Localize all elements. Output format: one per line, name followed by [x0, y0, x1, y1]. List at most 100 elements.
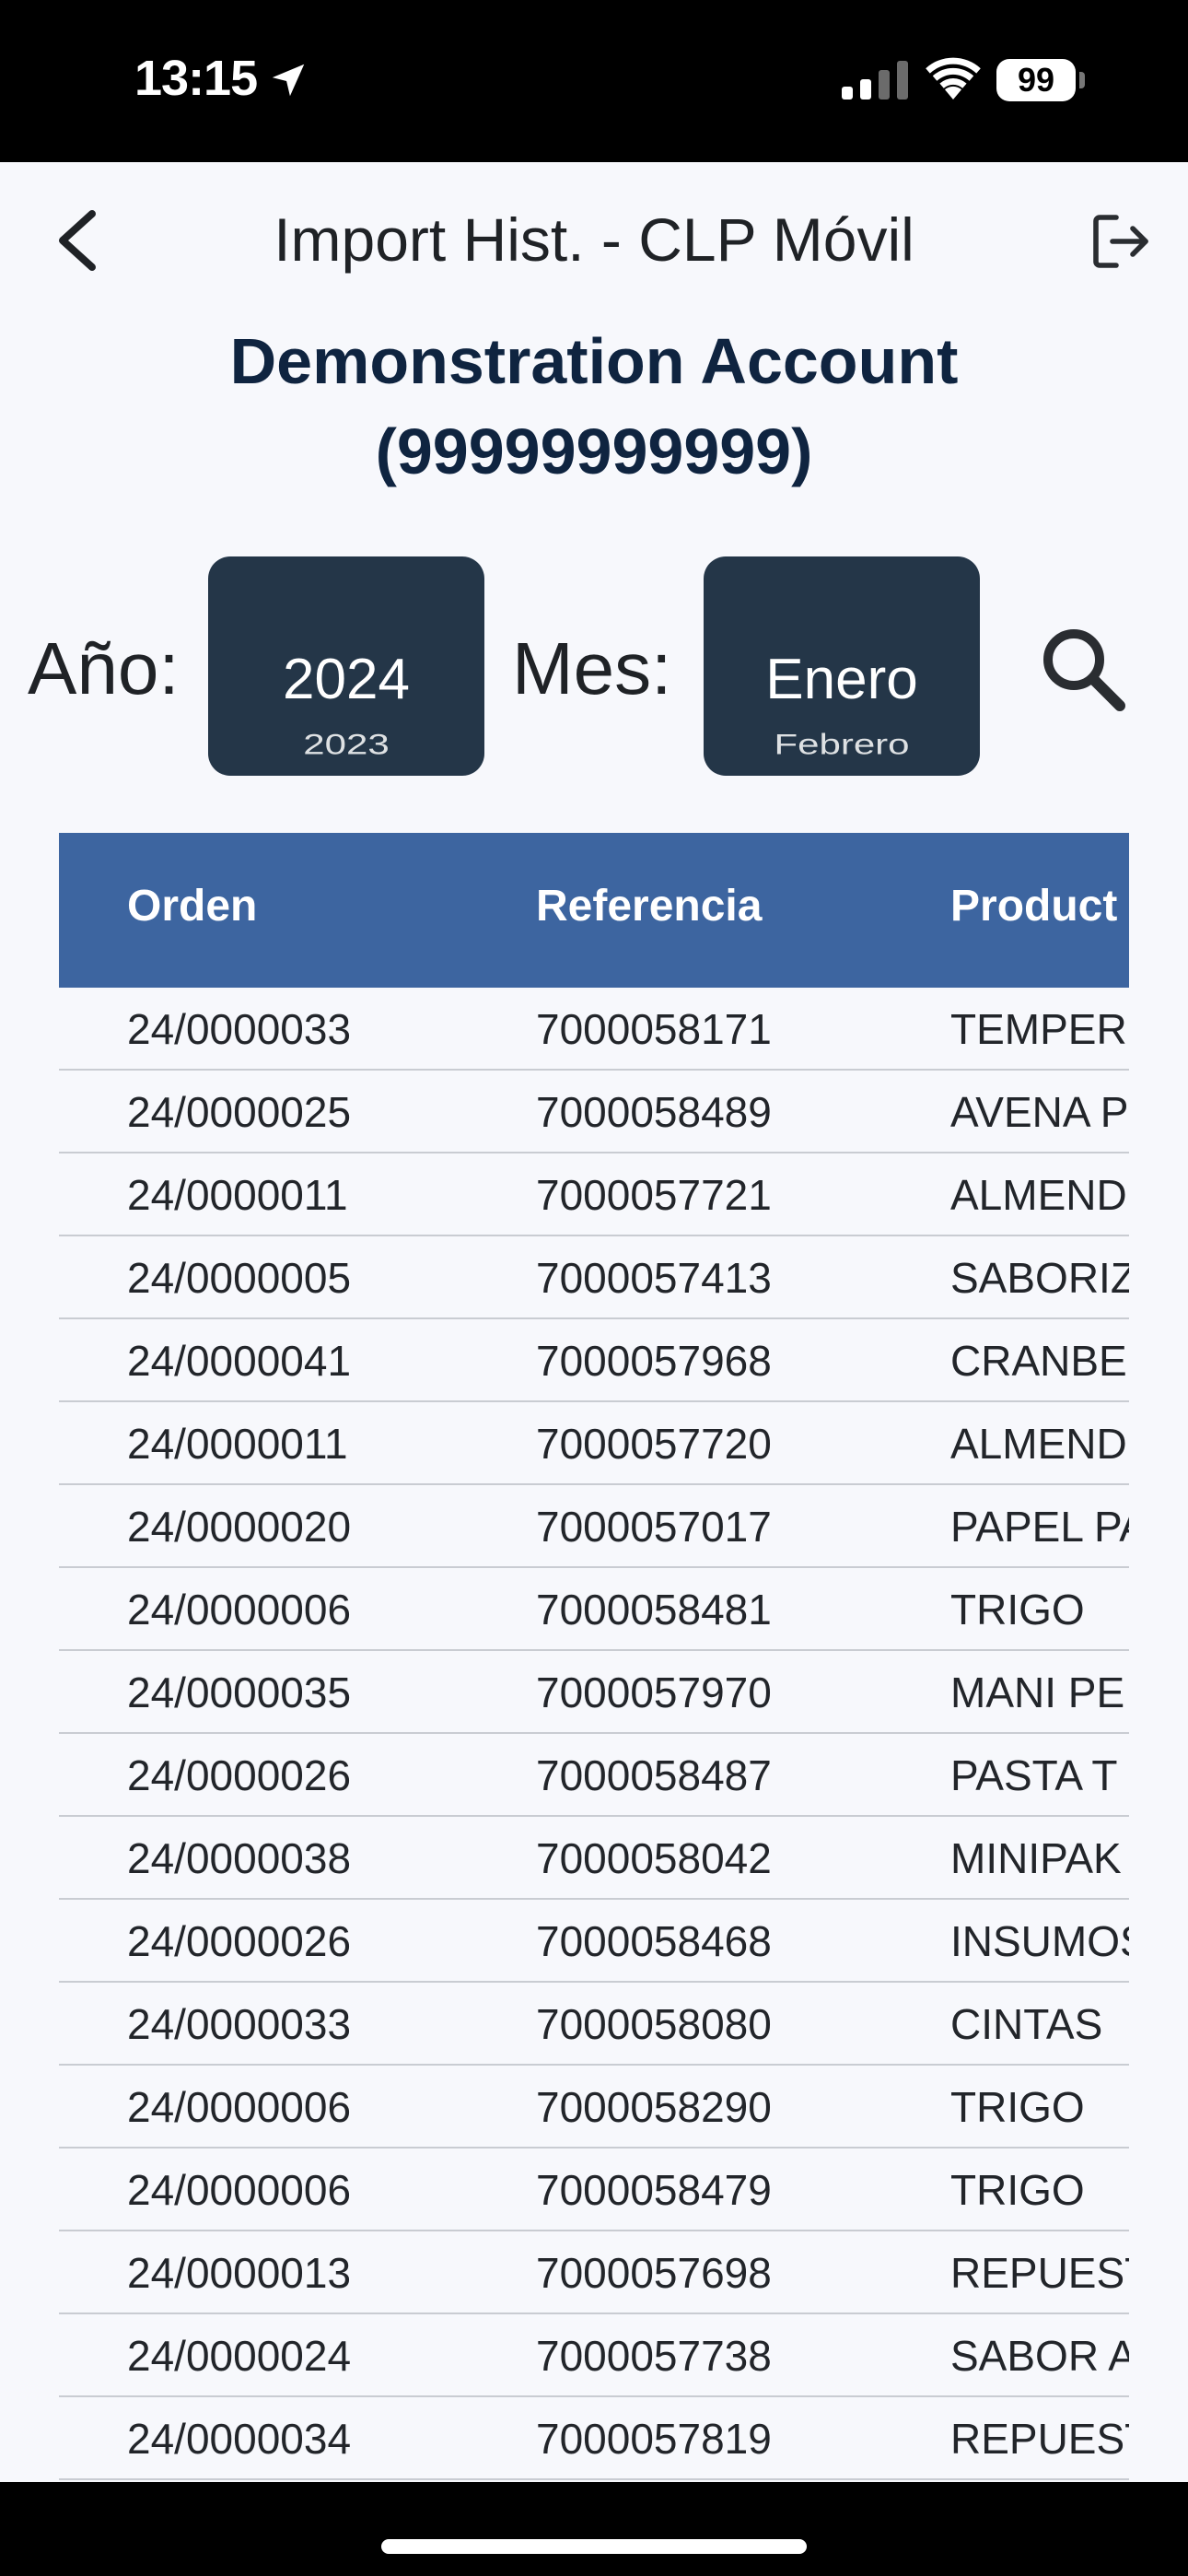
orden-cell: 24/0000005: [127, 1254, 352, 1302]
orden-cell: 24/0000006: [127, 2083, 352, 2131]
table-row[interactable]: 24/0000006 7000058290 TRIGO: [59, 2066, 1129, 2149]
table-row[interactable]: 24/0000005 7000057413 SABORIZ: [59, 1236, 1129, 1319]
page-title: Import Hist. - CLP Móvil: [274, 205, 914, 274]
producto-cell: TRIGO: [950, 1586, 1085, 1633]
location-arrow-icon: [272, 64, 305, 97]
producto-cell: MANI PE: [950, 1669, 1125, 1716]
producto-cell: ALMEND: [950, 1171, 1127, 1219]
orden-cell: 24/0000025: [127, 1088, 352, 1136]
orden-cell: 24/0000035: [127, 1669, 352, 1716]
producto-cell: REPUEST: [950, 2249, 1129, 2297]
table-row[interactable]: 24/0000026 7000058487 PASTA T: [59, 1734, 1129, 1817]
referencia-cell: 7000058080: [536, 2000, 772, 2048]
table-row[interactable]: 24/0000024 7000057738 SABOR A: [59, 2314, 1129, 2397]
referencia-cell: 7000057698: [536, 2249, 772, 2297]
year-selected-option[interactable]: 2024: [208, 647, 484, 712]
orden-cell: 24/0000033: [127, 2000, 352, 2048]
table-row[interactable]: 24/0000033 7000058171 TEMPER: [59, 988, 1129, 1071]
producto-cell: CRANBE: [950, 1337, 1127, 1385]
chevron-left-icon[interactable]: [52, 208, 103, 273]
producto-cell: PASTA T: [950, 1751, 1118, 1799]
referencia-cell: 7000058042: [536, 1834, 772, 1882]
month-label: Mes:: [512, 627, 672, 709]
orden-cell: 24/0000038: [127, 1834, 352, 1882]
table-row[interactable]: 24/0000011 7000057721 ALMEND: [59, 1153, 1129, 1236]
producto-cell: MINIPAK: [950, 1834, 1122, 1882]
cellular-signal-icon: [842, 61, 908, 100]
orden-cell: 24/0000013: [127, 2249, 352, 2297]
account-id: (99999999999): [375, 416, 813, 487]
producto-cell: PAPEL PA: [950, 1503, 1129, 1551]
referencia-cell: 7000057819: [536, 2415, 772, 2463]
table-row[interactable]: 24/0000013 7000057698 REPUEST: [59, 2231, 1129, 2314]
producto-cell: REPUEST: [950, 2415, 1129, 2463]
referencia-cell: 7000057720: [536, 1420, 772, 1468]
referencia-cell: 7000057413: [536, 1254, 772, 1302]
table-row[interactable]: 24/0000026 7000058468 INSUMOS: [59, 1900, 1129, 1983]
table-row[interactable]: 24/0000034 7000057819 REPUEST: [59, 2397, 1129, 2480]
logout-icon[interactable]: [1092, 214, 1151, 269]
orden-cell: 24/0000011: [127, 1171, 348, 1219]
referencia-cell: 7000058479: [536, 2166, 772, 2214]
column-header-producto[interactable]: Product: [950, 881, 1117, 931]
producto-cell: TRIGO: [950, 2083, 1085, 2131]
month-next-option[interactable]: Febrero: [704, 728, 980, 761]
wifi-icon: [926, 57, 981, 100]
table-row[interactable]: 24/0000006 7000058479 TRIGO: [59, 2149, 1129, 2231]
bottom-bar: [0, 2482, 1188, 2576]
search-icon[interactable]: [1039, 625, 1127, 713]
account-name: Demonstration Account: [229, 325, 959, 397]
referencia-cell: 7000058487: [536, 1751, 772, 1799]
status-bar: 13:15 99: [0, 0, 1188, 162]
producto-cell: SABORIZ: [950, 1254, 1129, 1302]
table-header: Orden Referencia Product: [59, 833, 1129, 988]
orden-cell: 24/0000026: [127, 1917, 352, 1965]
year-picker[interactable]: 2024 2023: [208, 556, 484, 776]
battery-cap: [1079, 72, 1085, 88]
table-row[interactable]: 24/0000011 7000057720 ALMEND: [59, 1402, 1129, 1485]
orden-cell: 24/0000024: [127, 2332, 352, 2380]
column-header-orden[interactable]: Orden: [127, 881, 257, 931]
producto-cell: ALMEND: [950, 1420, 1127, 1468]
table-row[interactable]: 24/0000035 7000057970 MANI PE: [59, 1651, 1129, 1734]
orden-cell: 24/0000006: [127, 2166, 352, 2214]
table-body: 24/0000033 7000058171 TEMPER 24/0000025 7000…: [59, 988, 1129, 2480]
table-row[interactable]: 24/0000025 7000058489 AVENA P: [59, 1071, 1129, 1153]
table-row[interactable]: 24/0000041 7000057968 CRANBE: [59, 1319, 1129, 1402]
producto-cell: CINTAS: [950, 2000, 1103, 2048]
referencia-cell: 7000058468: [536, 1917, 772, 1965]
referencia-cell: 7000057738: [536, 2332, 772, 2380]
import-history-table[interactable]: Orden Referencia Product 24/0000033 70000…: [59, 833, 1129, 2482]
referencia-cell: 7000057721: [536, 1171, 772, 1219]
orden-cell: 24/0000034: [127, 2415, 352, 2463]
table-row[interactable]: 24/0000038 7000058042 MINIPAK: [59, 1817, 1129, 1900]
table-row[interactable]: 24/0000006 7000058481 TRIGO: [59, 1568, 1129, 1651]
table-row[interactable]: 24/0000020 7000057017 PAPEL PA: [59, 1485, 1129, 1568]
referencia-cell: 7000057017: [536, 1503, 772, 1551]
orden-cell: 24/0000041: [127, 1337, 352, 1385]
referencia-cell: 7000058171: [536, 1005, 772, 1053]
referencia-cell: 7000058489: [536, 1088, 772, 1136]
producto-cell: TEMPER: [950, 1005, 1127, 1053]
year-next-option[interactable]: 2023: [208, 728, 484, 761]
battery-indicator: 99: [996, 59, 1076, 101]
referencia-cell: 7000057970: [536, 1669, 772, 1716]
orden-cell: 24/0000011: [127, 1420, 348, 1468]
referencia-cell: 7000057968: [536, 1337, 772, 1385]
orden-cell: 24/0000020: [127, 1503, 352, 1551]
referencia-cell: 7000058290: [536, 2083, 772, 2131]
status-time: 13:15: [134, 51, 258, 106]
orden-cell: 24/0000006: [127, 1586, 352, 1633]
month-selected-option[interactable]: Enero: [704, 647, 980, 712]
orden-cell: 24/0000026: [127, 1751, 352, 1799]
year-label: Año:: [28, 627, 180, 709]
orden-cell: 24/0000033: [127, 1005, 352, 1053]
home-indicator[interactable]: [381, 2539, 807, 2554]
producto-cell: SABOR A: [950, 2332, 1129, 2380]
table-row[interactable]: 24/0000033 7000058080 CINTAS: [59, 1983, 1129, 2066]
month-picker[interactable]: Enero Febrero: [704, 556, 980, 776]
column-header-referencia[interactable]: Referencia: [536, 881, 762, 931]
producto-cell: INSUMOS: [950, 1917, 1129, 1965]
producto-cell: TRIGO: [950, 2166, 1085, 2214]
producto-cell: AVENA P: [950, 1088, 1129, 1136]
